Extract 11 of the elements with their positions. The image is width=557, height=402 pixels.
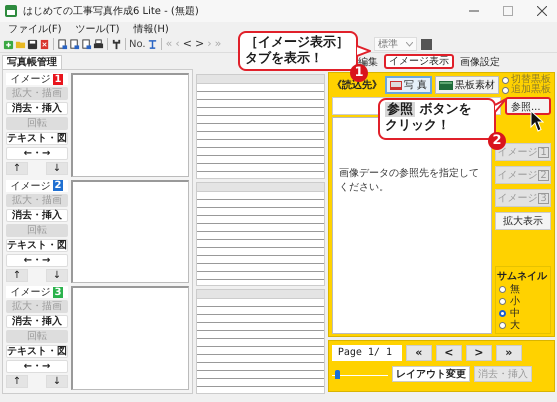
image-number: 3	[52, 286, 64, 298]
image-label-text: イメージ	[10, 73, 51, 86]
window-title: はじめての工事写真作成6 Lite - (無題)	[23, 4, 199, 18]
image-label-text: イメージ	[10, 286, 51, 300]
callout-text: 参照 ボタンを クリック！	[385, 102, 473, 134]
callout-text: ［イメージ表示］ タブを表示！	[245, 35, 350, 67]
group-title: サムネイル	[497, 270, 548, 283]
hint-text: 画像データの参照先を指定してください。	[338, 166, 480, 194]
image-label-text: イメージ	[10, 180, 51, 193]
image-number: 1	[52, 74, 64, 84]
image-number: 2	[52, 180, 64, 192]
